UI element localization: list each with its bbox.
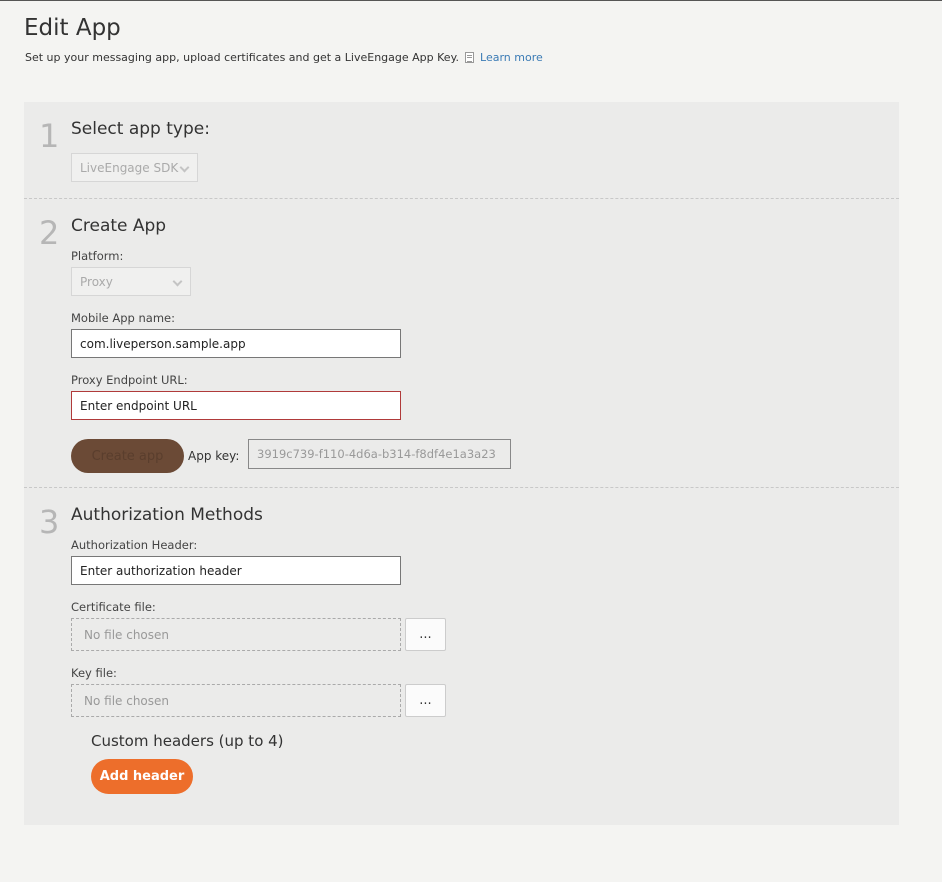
certificate-file-input[interactable]: No file chosen [71, 618, 401, 651]
section-title-create-app: Create App [71, 216, 167, 236]
document-icon [465, 52, 475, 63]
certificate-browse-button[interactable]: ... [405, 618, 446, 651]
key-file-browse-button[interactable]: ... [405, 684, 446, 717]
step-number-3: 3 [39, 503, 60, 541]
add-header-button[interactable]: Add header [91, 759, 193, 794]
edit-app-panel: 1 Select app type: LiveEngage SDK 2 Crea… [24, 102, 899, 825]
app-name-input[interactable]: com.liveperson.sample.app [71, 329, 401, 358]
section-title-authorization: Authorization Methods [71, 505, 263, 525]
section-select-app-type: 1 Select app type: LiveEngage SDK [24, 102, 899, 199]
app-type-select[interactable]: LiveEngage SDK [71, 153, 198, 182]
platform-value: Proxy [80, 274, 113, 289]
endpoint-placeholder: Enter endpoint URL [80, 398, 197, 413]
auth-header-input[interactable]: Enter authorization header [71, 556, 401, 585]
create-app-button[interactable]: Create app [71, 439, 184, 473]
page-subtitle: Set up your messaging app, upload certif… [25, 51, 543, 64]
key-file-input[interactable]: No file chosen [71, 684, 401, 717]
app-key-label: App key: [188, 449, 240, 463]
app-name-value: com.liveperson.sample.app [80, 336, 246, 351]
endpoint-label: Proxy Endpoint URL: [71, 373, 188, 387]
auth-header-label: Authorization Header: [71, 538, 198, 552]
auth-header-placeholder: Enter authorization header [80, 563, 242, 578]
custom-headers-title: Custom headers (up to 4) [91, 732, 284, 750]
app-name-label: Mobile App name: [71, 311, 175, 325]
chevron-down-icon [172, 276, 183, 287]
step-number-2: 2 [39, 214, 60, 252]
app-key-value: 3919c739-f110-4d6a-b314-f8df4e1a3a23 [257, 447, 496, 461]
subtitle-text: Set up your messaging app, upload certif… [25, 51, 460, 64]
key-file-label: Key file: [71, 666, 117, 680]
page-title: Edit App [24, 15, 121, 41]
platform-select[interactable]: Proxy [71, 267, 191, 296]
certificate-file-value: No file chosen [84, 627, 170, 642]
key-file-value: No file chosen [84, 693, 170, 708]
endpoint-url-input[interactable]: Enter endpoint URL [71, 391, 401, 420]
app-type-value: LiveEngage SDK [80, 160, 179, 175]
app-key-field[interactable]: 3919c739-f110-4d6a-b314-f8df4e1a3a23 [248, 439, 511, 469]
platform-label: Platform: [71, 249, 124, 263]
step-number-1: 1 [39, 117, 60, 155]
certificate-file-label: Certificate file: [71, 600, 156, 614]
section-title-select-app-type: Select app type: [71, 119, 210, 139]
learn-more-link[interactable]: Learn more [480, 51, 543, 64]
chevron-down-icon [179, 162, 190, 173]
